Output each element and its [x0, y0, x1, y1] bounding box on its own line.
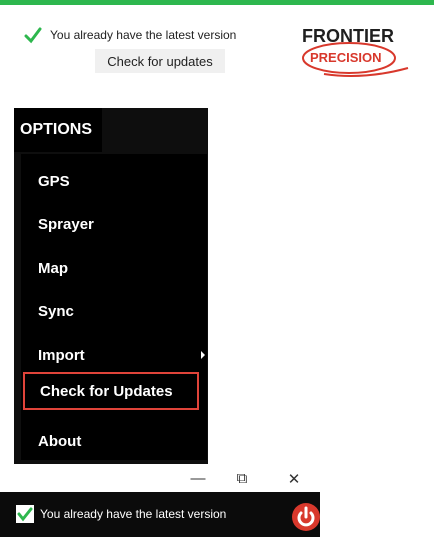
options-menu-list: GPS Sprayer Map Sync Import Check for Up… — [21, 154, 207, 460]
top-status-text: You already have the latest version — [50, 28, 237, 42]
menu-item-import[interactable]: Import — [21, 336, 207, 374]
frontier-precision-logo: FRONTIER PRECISION — [302, 26, 409, 77]
menu-item-sprayer[interactable]: Sprayer — [21, 205, 207, 243]
options-title: OPTIONS — [14, 108, 102, 152]
check-icon — [16, 505, 34, 523]
top-accent-bar — [0, 0, 434, 5]
chevron-right-icon — [201, 351, 205, 359]
power-icon[interactable] — [291, 502, 321, 532]
close-button[interactable]: ✕ — [284, 470, 304, 488]
bottom-status-text: You already have the latest version — [40, 507, 227, 521]
menu-item-about[interactable]: About — [21, 422, 207, 460]
menu-item-gps[interactable]: GPS — [21, 162, 207, 200]
logo-line2: PRECISION — [310, 50, 382, 65]
menu-item-sync[interactable]: Sync — [21, 292, 207, 330]
options-menu: OPTIONS GPS Sprayer Map Sync Import Chec… — [14, 108, 208, 464]
menu-item-map[interactable]: Map — [21, 249, 207, 287]
menu-item-import-label: Import — [38, 346, 85, 364]
check-icon — [24, 27, 42, 44]
minimize-button[interactable]: — — [188, 470, 208, 487]
menu-item-check-for-updates[interactable]: Check for Updates — [23, 372, 199, 410]
top-status: You already have the latest version — [24, 26, 236, 44]
restore-button[interactable]: ⧉ — [232, 470, 252, 487]
bottom-status-bar: You already have the latest version — [0, 492, 320, 537]
check-for-updates-button[interactable]: Check for updates — [95, 49, 225, 73]
